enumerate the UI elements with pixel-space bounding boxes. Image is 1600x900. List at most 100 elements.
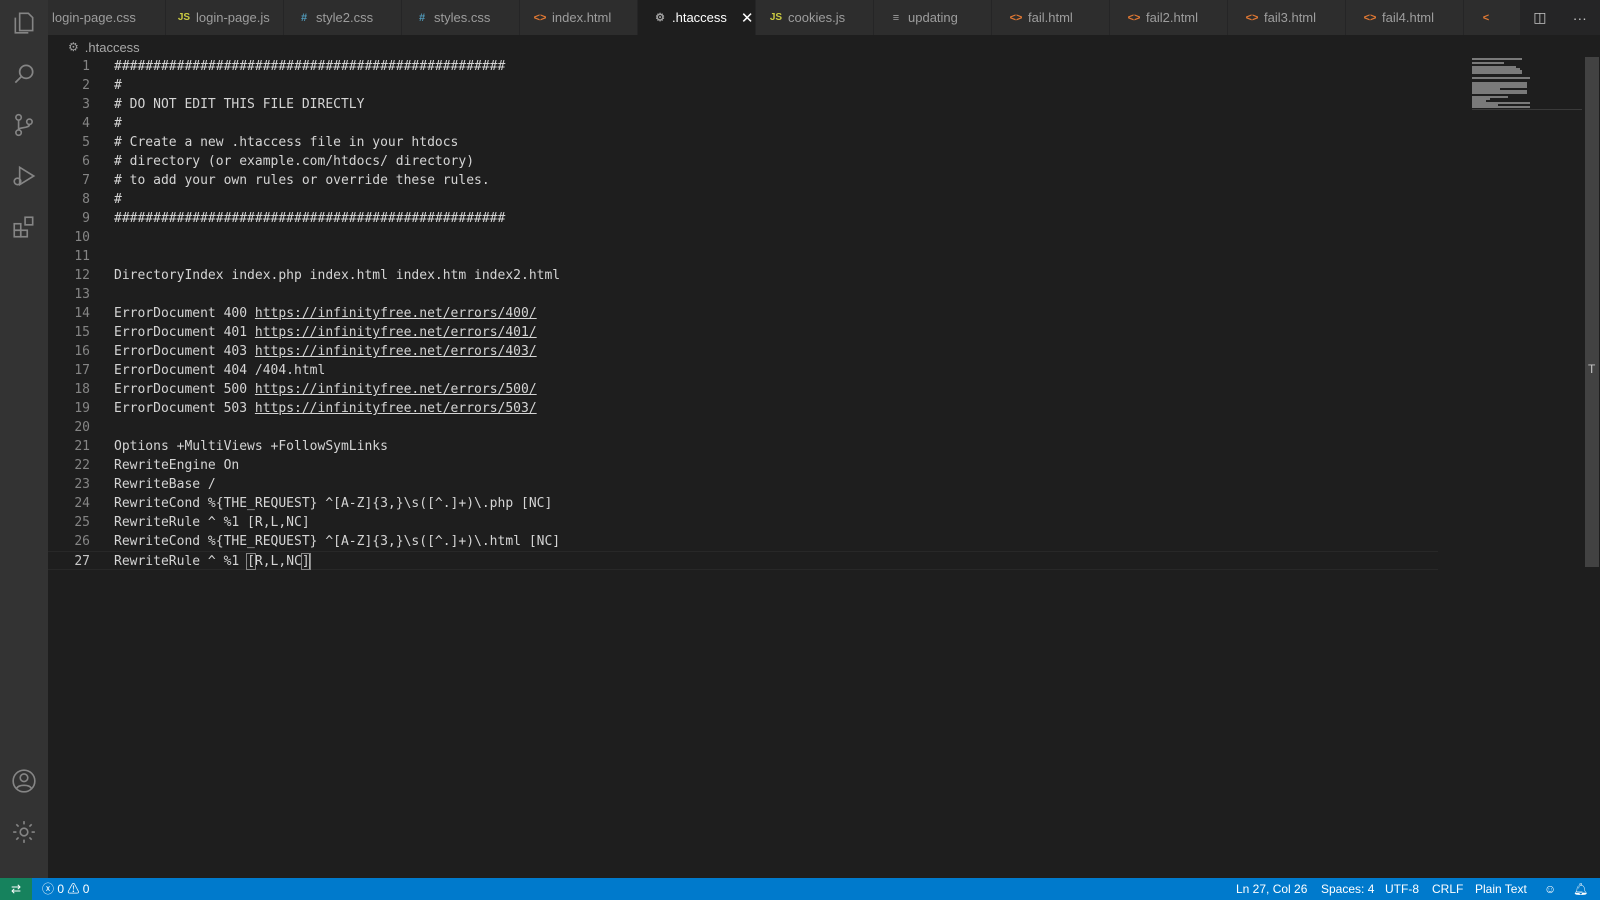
code-line: 13 [48,285,1468,304]
account-icon[interactable] [11,768,37,794]
code-editor[interactable]: 1 #######################################… [48,57,1468,857]
line-number: 17 [74,363,90,378]
code-line: 26 RewriteCond %{THE_REQUEST} ^[A-Z]{3,}\… [48,532,1468,551]
line-text: ErrorDocument 400 https://infinityfree.n… [114,306,537,321]
code-line: 20 [48,418,1468,437]
text-cursor [308,553,311,570]
line-text: # DO NOT EDIT THIS FILE DIRECTLY [114,97,365,112]
search-icon[interactable] [11,61,37,87]
code-line: 24 RewriteCond %{THE_REQUEST} ^[A-Z]{3,}\… [48,494,1468,513]
tab-label: cookies.js [788,10,846,25]
line-number: 13 [74,287,90,302]
manage-gear-icon[interactable] [11,819,37,845]
tab-label: .htaccess [672,10,727,25]
html-file-icon: <> [1127,11,1141,24]
line-text: # directory (or example.com/htdocs/ dire… [114,154,475,169]
line-number: 11 [74,249,90,264]
line-text: DirectoryIndex index.php index.html inde… [114,268,561,283]
error-url-link[interactable]: https://infinityfree.net/errors/400/ [255,306,537,321]
line-number: 23 [74,477,90,492]
scroll-cursor-marker-icon: T [1588,362,1596,376]
more-actions-icon[interactable]: ··· [1573,10,1587,26]
close-icon[interactable]: ✕ [741,9,754,27]
tab-htaccess[interactable]: ⚙ .htaccess ✕ [638,0,756,35]
error-url-link[interactable]: https://infinityfree.net/errors/500/ [255,382,537,397]
line-number: 1 [82,59,90,74]
warning-count: 0 [82,882,90,896]
line-number: 18 [74,382,90,397]
tab-label: index.html [552,10,612,25]
line-text: RewriteBase / [114,477,216,492]
line-number: 16 [74,344,90,359]
line-number: 6 [82,154,90,169]
end-of-line[interactable]: CRLF [1432,878,1463,900]
tab-style2-css[interactable]: # style2.css [284,0,402,35]
vertical-scrollbar[interactable] [1585,57,1599,567]
js-file-icon: JS [177,12,191,23]
error-icon: ⓧ [42,882,55,896]
line-text: ########################################… [114,211,506,226]
tab-cookies-js[interactable]: JS cookies.js [756,0,874,35]
line-text: Options +MultiViews +FollowSymLinks [114,439,388,454]
minimap[interactable] [1472,57,1582,113]
editor-tab-bar: login-page.css JS login-page.js # style2… [48,0,1600,35]
error-url-link[interactable]: https://infinityfree.net/errors/403/ [255,344,537,359]
html-file-icon: < [1482,11,1490,24]
line-number: 3 [82,97,90,112]
tab-fail2-html[interactable]: <> fail2.html [1110,0,1228,35]
code-line: 15 ErrorDocument 401 https://infinityfree… [48,323,1468,342]
editor-actions: ◫ ··· [1520,0,1600,35]
matched-bracket-open: [ [246,553,256,570]
line-text: RewriteRule ^ %1 [R,L,NC] [114,553,311,570]
code-line: 12 DirectoryIndex index.php index.html in… [48,266,1468,285]
activity-bar [0,0,48,878]
line-number: 8 [82,192,90,207]
code-line: 8 # [48,190,1468,209]
line-text: ErrorDocument 503 https://infinityfree.n… [114,401,537,416]
html-file-icon: <> [533,11,547,24]
tab-fail4-html[interactable]: <> fail4.html [1346,0,1464,35]
tab-fail3-html[interactable]: <> fail3.html [1228,0,1346,35]
line-text: # Create a new .htaccess file in your ht… [114,135,459,150]
line-number: 15 [74,325,90,340]
error-url-link[interactable]: https://infinityfree.net/errors/401/ [255,325,537,340]
encoding[interactable]: UTF-8 [1385,878,1419,900]
breadcrumb-file[interactable]: .htaccess [85,40,140,55]
split-editor-icon[interactable]: ◫ [1533,9,1546,26]
run-debug-icon[interactable] [11,163,37,189]
line-text: ########################################… [114,59,506,74]
line-number: 25 [74,515,90,530]
line-number: 9 [82,211,90,226]
explorer-icon[interactable] [11,10,37,36]
feedback-icon[interactable]: ☺ [1544,878,1556,900]
tab-index-html[interactable]: <> index.html [520,0,638,35]
js-file-icon: JS [769,12,783,23]
extensions-icon[interactable] [11,214,37,240]
source-control-icon[interactable] [11,112,37,138]
problems-indicator[interactable]: ⓧ 0 ⚠ 0 [42,878,89,900]
code-line: 19 ErrorDocument 503 https://infinityfree… [48,399,1468,418]
tab-login-page-js[interactable]: JS login-page.js [166,0,284,35]
html-file-icon: <> [1363,11,1377,24]
remote-icon: ⇄ [10,882,22,896]
tab-styles-css[interactable]: # styles.css [402,0,520,35]
remote-indicator[interactable]: ⇄ [0,878,32,900]
code-line: 23 RewriteBase / [48,475,1468,494]
indentation[interactable]: Spaces: 4 [1321,878,1374,900]
line-number: 26 [74,534,90,549]
line-text: ErrorDocument 403 https://infinityfree.n… [114,344,537,359]
line-text: # [114,78,122,93]
tab-login-page-css[interactable]: login-page.css [48,0,166,35]
code-line: 6 # directory (or example.com/htdocs/ dir… [48,152,1468,171]
notifications-bell-icon[interactable]: 🔔︎ [1573,878,1588,900]
cursor-position[interactable]: Ln 27, Col 26 [1236,878,1307,900]
line-text: RewriteEngine On [114,458,240,473]
error-url-link[interactable]: https://infinityfree.net/errors/503/ [255,401,537,416]
plain-file-icon: ≡ [892,11,900,24]
tab-overflow[interactable]: < [1464,0,1524,35]
tab-updating[interactable]: ≡ updating [874,0,992,35]
tab-fail-html[interactable]: <> fail.html [992,0,1110,35]
gear-icon: ⚙ [655,12,665,24]
language-mode[interactable]: Plain Text [1475,878,1527,900]
code-line: 5 # Create a new .htaccess file in your h… [48,133,1468,152]
